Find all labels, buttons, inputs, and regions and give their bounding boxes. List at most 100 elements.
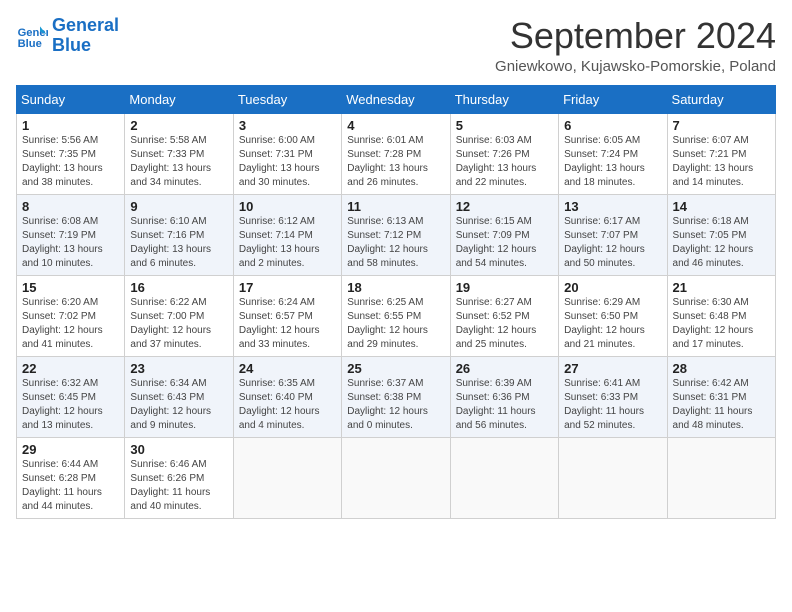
calendar-cell: 28Sunrise: 6:42 AMSunset: 6:31 PMDayligh… [667, 356, 775, 437]
svg-text:General: General [18, 27, 48, 39]
cell-sun-info: Sunrise: 6:00 AMSunset: 7:31 PMDaylight:… [239, 134, 336, 190]
calendar-cell: 23Sunrise: 6:34 AMSunset: 6:43 PMDayligh… [125, 356, 233, 437]
cell-sun-info: Sunrise: 6:35 AMSunset: 6:40 PMDaylight:… [239, 377, 336, 433]
cell-sun-info: Sunrise: 6:34 AMSunset: 6:43 PMDaylight:… [130, 377, 227, 433]
day-number: 10 [239, 199, 336, 214]
day-number: 18 [347, 280, 444, 295]
logo-wordmark: GeneralBlue [52, 16, 119, 56]
calendar-table: SundayMondayTuesdayWednesdayThursdayFrid… [16, 85, 776, 519]
day-number: 11 [347, 199, 444, 214]
cell-sun-info: Sunrise: 6:15 AMSunset: 7:09 PMDaylight:… [456, 215, 553, 271]
day-number: 21 [673, 280, 770, 295]
calendar-cell [667, 437, 775, 518]
day-number: 27 [564, 361, 661, 376]
calendar-cell: 25Sunrise: 6:37 AMSunset: 6:38 PMDayligh… [342, 356, 450, 437]
day-number: 20 [564, 280, 661, 295]
day-number: 24 [239, 361, 336, 376]
calendar-cell: 17Sunrise: 6:24 AMSunset: 6:57 PMDayligh… [233, 275, 341, 356]
calendar-cell: 11Sunrise: 6:13 AMSunset: 7:12 PMDayligh… [342, 194, 450, 275]
weekday-header-monday: Monday [125, 85, 233, 113]
day-number: 4 [347, 118, 444, 133]
calendar-cell: 9Sunrise: 6:10 AMSunset: 7:16 PMDaylight… [125, 194, 233, 275]
day-number: 12 [456, 199, 553, 214]
calendar-cell: 15Sunrise: 6:20 AMSunset: 7:02 PMDayligh… [17, 275, 125, 356]
day-number: 3 [239, 118, 336, 133]
calendar-cell: 10Sunrise: 6:12 AMSunset: 7:14 PMDayligh… [233, 194, 341, 275]
cell-sun-info: Sunrise: 6:08 AMSunset: 7:19 PMDaylight:… [22, 215, 119, 271]
calendar-cell [559, 437, 667, 518]
calendar-cell [450, 437, 558, 518]
header: General Blue GeneralBlue September 2024 … [16, 16, 776, 75]
calendar-cell: 29Sunrise: 6:44 AMSunset: 6:28 PMDayligh… [17, 437, 125, 518]
calendar-cell: 18Sunrise: 6:25 AMSunset: 6:55 PMDayligh… [342, 275, 450, 356]
cell-sun-info: Sunrise: 6:25 AMSunset: 6:55 PMDaylight:… [347, 296, 444, 352]
cell-sun-info: Sunrise: 6:42 AMSunset: 6:31 PMDaylight:… [673, 377, 770, 433]
day-number: 22 [22, 361, 119, 376]
weekday-header-thursday: Thursday [450, 85, 558, 113]
day-number: 2 [130, 118, 227, 133]
svg-text:Blue: Blue [18, 38, 42, 50]
day-number: 16 [130, 280, 227, 295]
cell-sun-info: Sunrise: 6:46 AMSunset: 6:26 PMDaylight:… [130, 458, 227, 514]
day-number: 9 [130, 199, 227, 214]
calendar-cell: 16Sunrise: 6:22 AMSunset: 7:00 PMDayligh… [125, 275, 233, 356]
calendar-cell: 20Sunrise: 6:29 AMSunset: 6:50 PMDayligh… [559, 275, 667, 356]
calendar-week-4: 22Sunrise: 6:32 AMSunset: 6:45 PMDayligh… [17, 356, 776, 437]
cell-sun-info: Sunrise: 6:03 AMSunset: 7:26 PMDaylight:… [456, 134, 553, 190]
day-number: 25 [347, 361, 444, 376]
cell-sun-info: Sunrise: 6:20 AMSunset: 7:02 PMDaylight:… [22, 296, 119, 352]
calendar-week-1: 1Sunrise: 5:56 AMSunset: 7:35 PMDaylight… [17, 113, 776, 194]
day-number: 6 [564, 118, 661, 133]
calendar-cell: 27Sunrise: 6:41 AMSunset: 6:33 PMDayligh… [559, 356, 667, 437]
title-area: September 2024 Gniewkowo, Kujawsko-Pomor… [495, 16, 776, 75]
cell-sun-info: Sunrise: 6:13 AMSunset: 7:12 PMDaylight:… [347, 215, 444, 271]
calendar-cell: 7Sunrise: 6:07 AMSunset: 7:21 PMDaylight… [667, 113, 775, 194]
day-number: 19 [456, 280, 553, 295]
weekday-header-sunday: Sunday [17, 85, 125, 113]
logo: General Blue GeneralBlue [16, 16, 119, 56]
calendar-cell: 19Sunrise: 6:27 AMSunset: 6:52 PMDayligh… [450, 275, 558, 356]
weekday-header-friday: Friday [559, 85, 667, 113]
calendar-cell: 2Sunrise: 5:58 AMSunset: 7:33 PMDaylight… [125, 113, 233, 194]
calendar-cell: 6Sunrise: 6:05 AMSunset: 7:24 PMDaylight… [559, 113, 667, 194]
day-number: 17 [239, 280, 336, 295]
cell-sun-info: Sunrise: 6:12 AMSunset: 7:14 PMDaylight:… [239, 215, 336, 271]
cell-sun-info: Sunrise: 6:10 AMSunset: 7:16 PMDaylight:… [130, 215, 227, 271]
day-number: 28 [673, 361, 770, 376]
calendar-cell: 14Sunrise: 6:18 AMSunset: 7:05 PMDayligh… [667, 194, 775, 275]
cell-sun-info: Sunrise: 5:58 AMSunset: 7:33 PMDaylight:… [130, 134, 227, 190]
cell-sun-info: Sunrise: 6:18 AMSunset: 7:05 PMDaylight:… [673, 215, 770, 271]
day-number: 13 [564, 199, 661, 214]
cell-sun-info: Sunrise: 6:22 AMSunset: 7:00 PMDaylight:… [130, 296, 227, 352]
cell-sun-info: Sunrise: 6:01 AMSunset: 7:28 PMDaylight:… [347, 134, 444, 190]
cell-sun-info: Sunrise: 6:24 AMSunset: 6:57 PMDaylight:… [239, 296, 336, 352]
cell-sun-info: Sunrise: 6:44 AMSunset: 6:28 PMDaylight:… [22, 458, 119, 514]
calendar-cell: 5Sunrise: 6:03 AMSunset: 7:26 PMDaylight… [450, 113, 558, 194]
location-subtitle: Gniewkowo, Kujawsko-Pomorskie, Poland [495, 58, 776, 75]
cell-sun-info: Sunrise: 6:07 AMSunset: 7:21 PMDaylight:… [673, 134, 770, 190]
calendar-cell [233, 437, 341, 518]
calendar-cell: 21Sunrise: 6:30 AMSunset: 6:48 PMDayligh… [667, 275, 775, 356]
cell-sun-info: Sunrise: 5:56 AMSunset: 7:35 PMDaylight:… [22, 134, 119, 190]
logo-icon: General Blue [16, 20, 48, 52]
day-number: 1 [22, 118, 119, 133]
day-number: 5 [456, 118, 553, 133]
cell-sun-info: Sunrise: 6:30 AMSunset: 6:48 PMDaylight:… [673, 296, 770, 352]
cell-sun-info: Sunrise: 6:39 AMSunset: 6:36 PMDaylight:… [456, 377, 553, 433]
cell-sun-info: Sunrise: 6:32 AMSunset: 6:45 PMDaylight:… [22, 377, 119, 433]
cell-sun-info: Sunrise: 6:37 AMSunset: 6:38 PMDaylight:… [347, 377, 444, 433]
weekday-header-wednesday: Wednesday [342, 85, 450, 113]
calendar-cell: 24Sunrise: 6:35 AMSunset: 6:40 PMDayligh… [233, 356, 341, 437]
cell-sun-info: Sunrise: 6:17 AMSunset: 7:07 PMDaylight:… [564, 215, 661, 271]
calendar-week-3: 15Sunrise: 6:20 AMSunset: 7:02 PMDayligh… [17, 275, 776, 356]
day-number: 8 [22, 199, 119, 214]
day-number: 26 [456, 361, 553, 376]
cell-sun-info: Sunrise: 6:27 AMSunset: 6:52 PMDaylight:… [456, 296, 553, 352]
calendar-cell: 8Sunrise: 6:08 AMSunset: 7:19 PMDaylight… [17, 194, 125, 275]
calendar-week-2: 8Sunrise: 6:08 AMSunset: 7:19 PMDaylight… [17, 194, 776, 275]
calendar-cell [342, 437, 450, 518]
day-number: 29 [22, 442, 119, 457]
calendar-cell: 3Sunrise: 6:00 AMSunset: 7:31 PMDaylight… [233, 113, 341, 194]
day-number: 7 [673, 118, 770, 133]
calendar-week-5: 29Sunrise: 6:44 AMSunset: 6:28 PMDayligh… [17, 437, 776, 518]
